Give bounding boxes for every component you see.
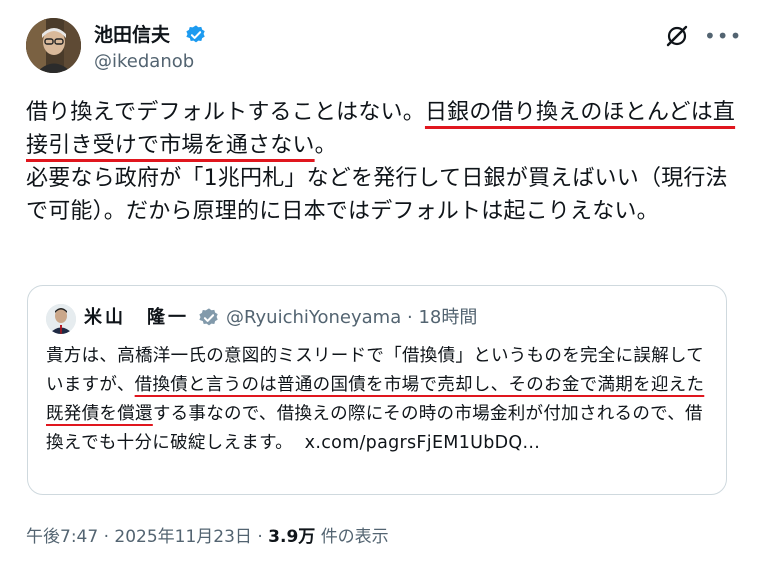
tweet-text-part3: 。 xyxy=(314,133,337,158)
tweet-header: 池田信夫 @ikedanob ••• xyxy=(26,18,746,78)
quote-handle[interactable]: @RyuichiYoneyama xyxy=(226,307,401,328)
tweet-text-part1: 借り換えでデフォルトすることはない。 xyxy=(26,100,425,125)
quote-verified-badge-icon xyxy=(199,308,218,326)
author-name[interactable]: 池田信夫 xyxy=(94,23,170,47)
tweet-text-part4: 必要なら政府が「1兆円札」などを発行して日銀が買えばいい（現行法で可能）。だから… xyxy=(26,166,728,224)
quoted-tweet[interactable]: 米山 隆一 @RyuichiYoneyama · 18時間 貴方は、高橋洋一氏の… xyxy=(27,285,727,495)
quote-meta: @RyuichiYoneyama · 18時間 xyxy=(226,306,477,330)
author-avatar[interactable] xyxy=(26,18,81,73)
post-date[interactable]: 2025年11月23日 xyxy=(114,527,252,547)
footer-sep-1: · xyxy=(103,527,109,547)
quote-avatar[interactable] xyxy=(46,304,76,334)
view-label: 件の表示 xyxy=(320,527,389,547)
more-icon[interactable]: ••• xyxy=(704,23,741,49)
post-time[interactable]: 午後7:47 xyxy=(26,527,98,547)
verified-badge-icon xyxy=(186,25,205,43)
quote-link[interactable]: x.com/pagrsFjEM1UbDQ... xyxy=(305,433,540,453)
quote-text: 貴方は、高橋洋一氏の意図的ミスリードで「借換債」というものを完全に誤解しています… xyxy=(46,342,718,458)
view-count[interactable]: 3.9万 xyxy=(268,527,315,547)
quote-author-name[interactable]: 米山 隆一 xyxy=(84,306,189,330)
quote-separator: · xyxy=(406,307,413,328)
tweet-text: 借り換えでデフォルトすることはない。日銀の借り換えのほとんどは直接引き受けで市場… xyxy=(26,96,746,228)
quote-time[interactable]: 18時間 xyxy=(418,307,477,328)
footer-sep-2: · xyxy=(257,527,263,547)
author-handle[interactable]: @ikedanob xyxy=(94,51,194,73)
tweet-footer: 午後7:47 · 2025年11月23日 · 3.9万 件の表示 xyxy=(26,525,389,549)
grok-icon[interactable] xyxy=(664,23,690,49)
